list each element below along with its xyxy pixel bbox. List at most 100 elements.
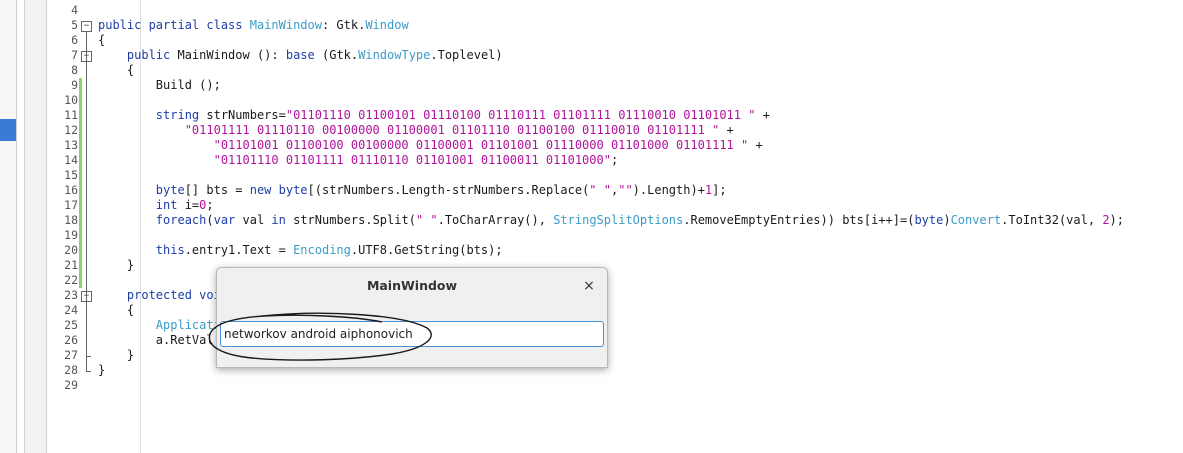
code-token: byte [914, 213, 944, 227]
code-token: string [98, 108, 207, 122]
side-panel-strip [0, 0, 17, 453]
code-token: } [98, 363, 106, 377]
code-token: ); [1109, 213, 1124, 227]
code-line: 6{ [46, 33, 1176, 48]
code-token: strNumbers.Split( [285, 213, 416, 227]
code-text: "01101001 01100100 00100000 01100001 011… [98, 138, 763, 153]
line-number: 15 [64, 168, 78, 182]
code-line: 11 string strNumbers="01101110 01100101 … [46, 108, 1176, 123]
code-token: .RemoveEmptyEntries)) bts[i++]=( [683, 213, 915, 227]
change-marker [79, 213, 82, 228]
code-text: { [98, 33, 105, 48]
line-number: 5 [71, 18, 78, 32]
line-number: 27 [64, 348, 78, 362]
code-token: int [98, 198, 185, 212]
code-text: string strNumbers="01101110 01100101 011… [98, 108, 770, 123]
code-token: ; [610, 153, 619, 167]
code-line: 13 "01101001 01100100 00100000 01100001 … [46, 138, 1176, 153]
fold-guide [86, 301, 87, 356]
line-number: 20 [64, 243, 78, 257]
code-token: "" [618, 183, 633, 197]
code-token: Build (); [98, 78, 221, 92]
code-token: i= [184, 198, 200, 212]
line-number: 26 [64, 333, 78, 347]
code-token: MainWindow [249, 18, 322, 32]
code-line: 20 this.entry1.Text = Encoding.UTF8.GetS… [46, 243, 1176, 258]
code-text: { [98, 63, 134, 78]
code-text: } [98, 348, 134, 363]
code-line: 7− public MainWindow (): base (Gtk.Windo… [46, 48, 1176, 63]
line-number: 13 [64, 138, 78, 152]
code-token: public [98, 48, 178, 62]
code-token: : Gtk. [321, 18, 366, 32]
line-number: 9 [71, 78, 78, 92]
code-text: int i=0; [98, 198, 214, 213]
code-token: foreach [98, 213, 207, 227]
entry-field[interactable]: networkov android aiphonovich [220, 321, 604, 347]
code-text: public MainWindow (): base (Gtk.WindowTy… [98, 48, 503, 63]
code-line: 17 int i=0; [46, 198, 1176, 213]
code-token: StringSplitOptions [553, 213, 684, 227]
line-number: 8 [71, 63, 78, 77]
line-number: 17 [64, 198, 78, 212]
code-token: "01101001 01100100 00100000 01100001 011… [213, 138, 749, 152]
code-text: byte[] bts = new byte[(strNumbers.Length… [98, 183, 727, 198]
change-marker [79, 168, 82, 183]
code-text: } [98, 363, 105, 378]
code-text: public partial class MainWindow: Gtk.Win… [98, 18, 409, 33]
change-marker [79, 258, 82, 273]
code-token: .Toplevel) [430, 48, 503, 62]
line-number: 12 [64, 123, 78, 137]
code-token: base [285, 48, 315, 62]
code-token: a.RetVal [98, 333, 214, 347]
code-line: 29 [46, 378, 1176, 393]
line-number: 18 [64, 213, 78, 227]
change-marker [79, 138, 82, 153]
code-token: } [98, 348, 135, 362]
code-token: .ToInt32(val, [1001, 213, 1103, 227]
code-token: strNumbers= [206, 108, 286, 122]
code-token: public partial class [98, 18, 250, 32]
code-token: "01101111 01110110 00100000 01100001 011… [184, 123, 720, 137]
code-token: var [213, 213, 236, 227]
code-token: + [719, 123, 734, 137]
change-marker [79, 153, 82, 168]
code-token: " " [589, 183, 611, 197]
line-number: 25 [64, 318, 78, 332]
code-line: 5− public partial class MainWindow: Gtk.W… [46, 18, 1176, 33]
code-token: { [98, 303, 135, 317]
code-text: "01101111 01110110 00100000 01100001 011… [98, 123, 734, 138]
code-token: new byte [249, 183, 308, 197]
code-token: Window [365, 18, 409, 32]
code-text: } [98, 258, 134, 273]
code-line: 14 "01101110 01101111 01110110 01101001 … [46, 153, 1176, 168]
code-token: ).Length)+ [632, 183, 705, 197]
code-token: "01101110 01101111 01110110 01101001 011… [213, 153, 611, 167]
code-token: WindowType [358, 48, 431, 62]
code-token: (Gtk. [314, 48, 359, 62]
code-token: byte [98, 183, 185, 197]
code-line: 12 "01101111 01110110 00100000 01100001 … [46, 123, 1176, 138]
main-window-dialog: MainWindow × networkov android aiphonovi… [216, 267, 608, 368]
code-line: 19 [46, 228, 1176, 243]
code-token: [] bts = [184, 183, 250, 197]
line-number: 10 [64, 93, 78, 107]
code-editor[interactable]: 4 5− public partial class MainWindow: Gtk.… [46, 0, 1183, 453]
code-token: in [271, 213, 286, 227]
line-number: 22 [64, 273, 78, 287]
code-token: this [98, 243, 185, 257]
code-token: .ToCharArray(), [437, 213, 554, 227]
code-text: this.entry1.Text = Encoding.UTF8.GetStri… [98, 243, 503, 258]
line-number: 6 [71, 33, 78, 47]
change-marker [79, 93, 82, 108]
code-token: " " [415, 213, 438, 227]
side-panel-tab[interactable] [0, 119, 16, 141]
code-text: foreach(var val in strNumbers.Split(" ".… [98, 213, 1124, 228]
close-icon[interactable]: × [582, 279, 596, 293]
fold-guide-end [86, 371, 91, 372]
code-token: { [98, 33, 106, 47]
code-token: + [755, 108, 770, 122]
code-text: a.RetVal [98, 333, 214, 348]
code-token: + [748, 138, 763, 152]
line-number: 19 [64, 228, 78, 242]
